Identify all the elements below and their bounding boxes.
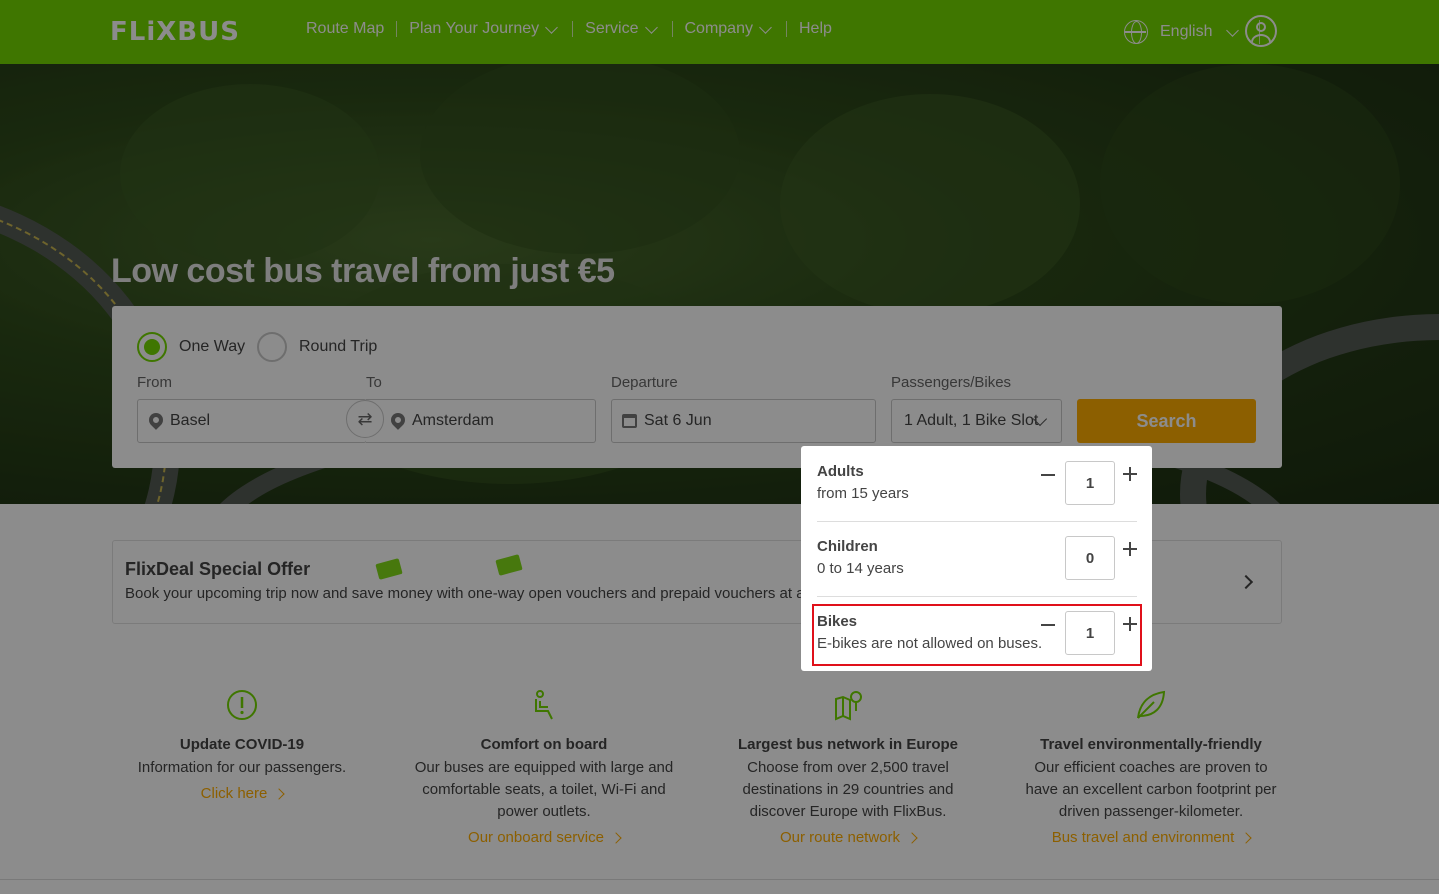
children-title: Children: [817, 538, 878, 555]
children-count[interactable]: 0: [1065, 536, 1115, 580]
bikes-highlight-box: [812, 604, 1142, 666]
children-increment-button[interactable]: [1123, 542, 1137, 556]
adults-count[interactable]: 1: [1065, 461, 1115, 505]
adults-title: Adults: [817, 463, 864, 480]
adults-subtitle: from 15 years: [817, 485, 909, 502]
children-subtitle: 0 to 14 years: [817, 560, 904, 577]
adults-increment-button[interactable]: [1123, 467, 1137, 481]
dropdown-backdrop[interactable]: [0, 0, 1439, 894]
passengers-dropdown: Adults from 15 years 1 Children 0 to 14 …: [801, 446, 1152, 671]
adults-row: Adults from 15 years 1: [817, 446, 1137, 506]
children-row: Children 0 to 14 years 0: [817, 521, 1137, 581]
adults-decrement-button[interactable]: [1041, 474, 1055, 476]
